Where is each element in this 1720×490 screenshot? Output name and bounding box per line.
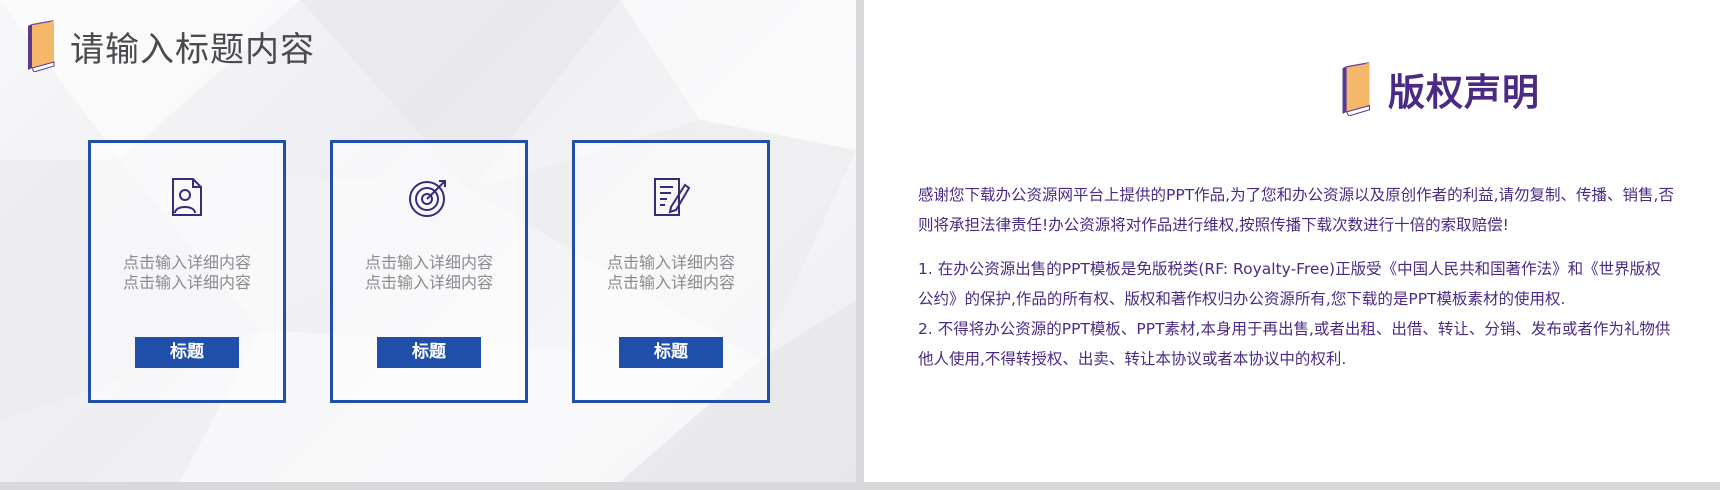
target-arrow-icon xyxy=(409,180,446,217)
book-icon xyxy=(1342,62,1371,116)
feature-card-1: 点击输入详细内容 点击输入详细内容 标题 xyxy=(88,140,286,403)
card-text-line: 点击输入详细内容 xyxy=(606,253,735,272)
card-title-button[interactable]: 标题 xyxy=(377,337,481,368)
feature-card-2: 点击输入详细内容 点击输入详细内容 标题 xyxy=(330,140,528,403)
card-text-line: 点击输入详细内容 xyxy=(364,253,493,272)
copyright-title: 版权声明 xyxy=(1388,71,1540,114)
card-title-button[interactable]: 标题 xyxy=(619,337,723,368)
feature-card-3: 点击输入详细内容 点击输入详细内容 标题 xyxy=(572,140,770,403)
copyright-term-1: 1. 在办公资源出售的PPT模板是免版税类(RF: Royalty-Free)正… xyxy=(918,260,1661,308)
book-icon xyxy=(28,20,55,72)
copyright-title-row: 版权声明 xyxy=(1340,62,1540,116)
card-text-line: 点击输入详细内容 xyxy=(122,273,251,292)
title-row: 请输入标题内容 xyxy=(26,20,315,72)
copyright-slide: 版权声明 感谢您下载办公资源网平台上提供的PPT作品,为了您和办公资源以及原创作… xyxy=(864,0,1720,482)
copyright-paragraph-intro: 感谢您下载办公资源网平台上提供的PPT作品,为了您和办公资源以及原创作者的利益,… xyxy=(918,186,1674,234)
card-title-button[interactable]: 标题 xyxy=(135,337,239,368)
card-text-line: 点击输入详细内容 xyxy=(606,273,735,292)
card-text-line: 点击输入详细内容 xyxy=(364,273,493,292)
user-document-icon xyxy=(172,178,202,216)
content-slide: 请输入标题内容 点击输入详细内容 点击输入详细内容 标题 点击输入详细内容 点击… xyxy=(0,0,856,482)
copyright-terms: 1. 在办公资源出售的PPT模板是免版税类(RF: Royalty-Free)正… xyxy=(918,254,1674,374)
document-edit-icon xyxy=(654,178,691,216)
copyright-term-2: 2. 不得将办公资源的PPT模板、PPT素材,本身用于再出售,或者出租、出借、转… xyxy=(918,320,1671,368)
page-title: 请输入标题内容 xyxy=(70,29,315,70)
card-text-line: 点击输入详细内容 xyxy=(122,253,251,272)
